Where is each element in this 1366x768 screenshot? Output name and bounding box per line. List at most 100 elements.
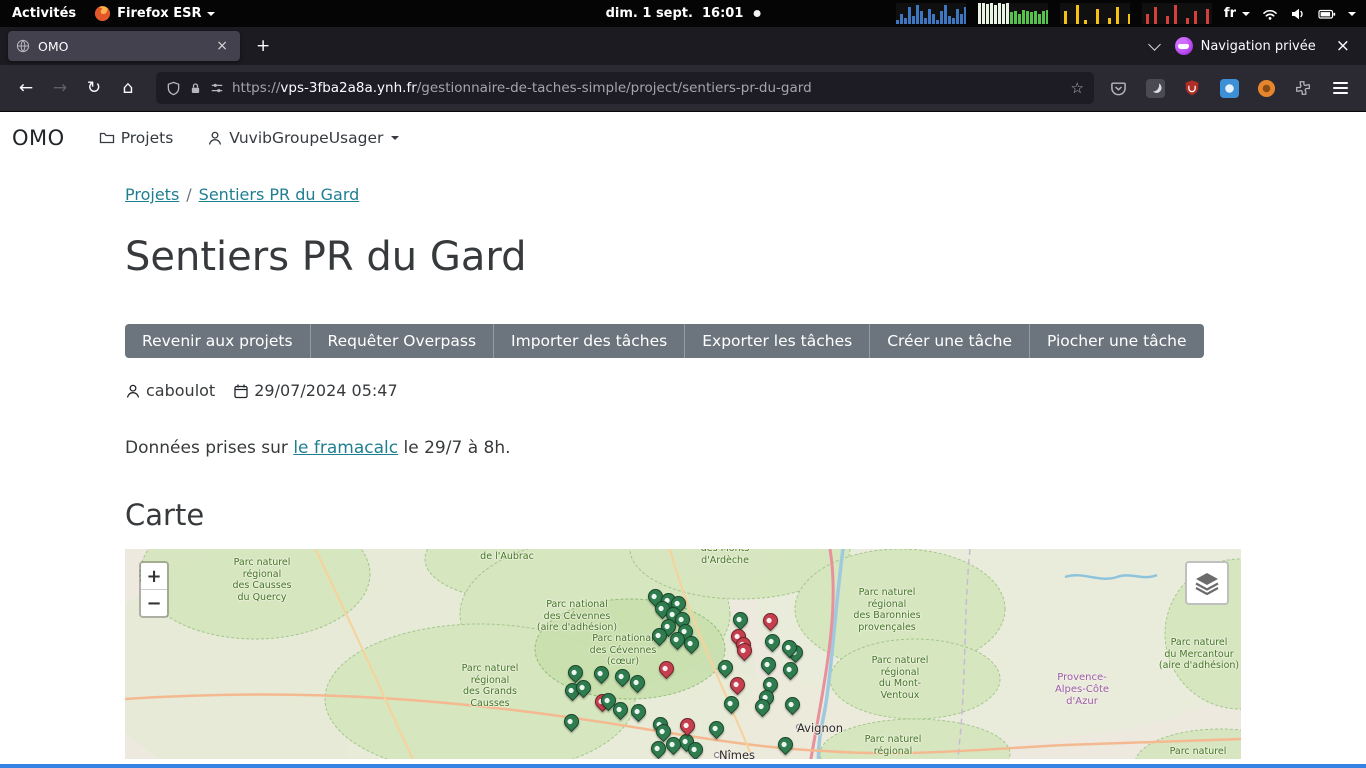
export-tasks-button[interactable]: Exporter les tâches — [684, 324, 869, 358]
map-marker-green[interactable] — [730, 609, 751, 630]
pocket-icon[interactable] — [1104, 74, 1132, 102]
zoom-in-button[interactable]: + — [141, 563, 167, 590]
layers-icon — [1194, 570, 1220, 596]
activities-button[interactable]: Activités — [12, 6, 76, 21]
ublock-origin-icon[interactable] — [1178, 74, 1206, 102]
list-tabs-chevron-icon[interactable] — [1148, 38, 1161, 51]
url-bar[interactable]: https://vps-3fba2a8a.ynh.fr/gestionnaire… — [156, 72, 1094, 104]
url-protocol: https:// — [232, 80, 280, 96]
system-menu-caret-icon[interactable] — [1348, 12, 1356, 20]
map-marker-green[interactable] — [715, 657, 736, 678]
pick-task-button[interactable]: Piocher une tâche — [1029, 324, 1204, 358]
site-header: OMO Projets VuvibGroupeUsager — [0, 112, 1366, 165]
back-to-projects-button[interactable]: Revenir aux projets — [125, 324, 310, 358]
system-monitor-graph — [1142, 3, 1212, 24]
permissions-icon[interactable] — [210, 81, 224, 95]
map-marker-green[interactable] — [721, 693, 742, 714]
map-marker-red[interactable] — [727, 674, 748, 695]
app-menu[interactable]: Firefox ESR — [94, 5, 215, 22]
map-marker-green[interactable] — [780, 659, 801, 680]
map-marker-green[interactable] — [782, 694, 803, 715]
map-label-park: Parc naturelrégionaldes Baronniesprovenç… — [853, 587, 920, 633]
tracking-protection-shield-icon[interactable] — [166, 81, 181, 96]
map-section-heading: Carte — [125, 498, 1241, 532]
map-marker-green[interactable] — [758, 654, 779, 675]
map-label-park: Parc naturelrégionaldes Caussesdu Quercy — [232, 557, 291, 603]
browser-nav-bar: ← → ↻ ⌂ https://vps-3fba2a8a.ynh.fr/gest… — [0, 65, 1366, 112]
user-menu[interactable]: VuvibGroupeUsager — [207, 129, 399, 147]
map-label-city: Avignon — [797, 721, 843, 735]
user-menu-label: VuvibGroupeUsager — [229, 129, 383, 147]
author-icon — [125, 383, 141, 399]
tab-close-button[interactable]: × — [212, 37, 232, 55]
create-task-button[interactable]: Créer une tâche — [869, 324, 1029, 358]
url-text[interactable]: https://vps-3fba2a8a.ynh.fr/gestionnaire… — [232, 80, 1063, 96]
map-marker-green[interactable] — [775, 734, 796, 755]
map-label-park: Parc naturelrégional — [865, 734, 922, 757]
map-label-park: Parc naturelrégionaldu Mont-Ventoux — [872, 655, 929, 701]
extension-icon-darkreader[interactable] — [1141, 74, 1169, 102]
page-container: Projets/Sentiers PR du Gard Sentiers PR … — [125, 185, 1241, 759]
clock[interactable]: dim. 1 sept. 16:01 — [606, 6, 744, 21]
firefox-logo-icon — [94, 5, 111, 22]
zoom-out-button[interactable]: − — [141, 590, 167, 616]
app-menu-label: Firefox ESR — [117, 6, 201, 21]
site-brand[interactable]: OMO — [12, 126, 65, 150]
map-label-park: Parc naturelrégionaldes GrandsCausses — [462, 663, 519, 709]
clock-indicator-dot — [753, 10, 760, 17]
breadcrumb-projects-link[interactable]: Projets — [125, 185, 179, 204]
app-menu-caret-icon — [207, 12, 215, 20]
project-meta: caboulot 29/07/2024 05:47 — [125, 381, 1241, 400]
author-name: caboulot — [146, 381, 215, 400]
map-marker-red[interactable] — [677, 715, 698, 736]
nav-projects-link[interactable]: Projets — [99, 129, 174, 147]
new-tab-button[interactable]: + — [246, 34, 280, 58]
home-button[interactable]: ⌂ — [112, 73, 144, 103]
map-label-region: Provence-Alpes-Côted'Azur — [1055, 672, 1109, 709]
leaflet-map[interactable]: Parc naturelrégionaldes Caussesdu Quercy… — [125, 549, 1241, 759]
keyboard-layout-indicator[interactable]: fr — [1224, 6, 1250, 21]
globe-icon — [16, 39, 30, 53]
window-close-button[interactable]: × — [1332, 36, 1354, 56]
map-label-city: Nîmes — [719, 748, 755, 759]
map-marker-green[interactable] — [561, 711, 582, 732]
map-markers-layer — [125, 549, 1241, 759]
map-marker-green[interactable] — [628, 701, 649, 722]
lock-icon[interactable] — [189, 81, 202, 96]
import-tasks-button[interactable]: Importer des tâches — [493, 324, 684, 358]
extension-icon-orange[interactable] — [1252, 74, 1280, 102]
breadcrumb-current-link[interactable]: Sentiers PR du Gard — [199, 185, 360, 204]
volume-icon[interactable] — [1290, 7, 1306, 21]
menu-button[interactable] — [1326, 74, 1354, 102]
wifi-icon[interactable] — [1262, 7, 1278, 21]
back-button[interactable]: ← — [10, 73, 42, 103]
map-label-park: Parc nationaldes Cévennes(aire d'adhésio… — [537, 599, 617, 634]
breadcrumb: Projets/Sentiers PR du Gard — [125, 185, 1241, 204]
map-layers-control[interactable] — [1185, 561, 1229, 605]
calendar-icon — [233, 383, 249, 399]
map-marker-red[interactable] — [656, 658, 677, 679]
battery-icon[interactable] — [1318, 7, 1336, 21]
gnome-top-bar: Activités Firefox ESR dim. 1 sept. 16:01… — [0, 0, 1366, 27]
map-label-park: de l'Aubrac — [480, 551, 534, 563]
map-marker-green[interactable] — [706, 718, 727, 739]
framacalc-link[interactable]: le framacalc — [293, 438, 398, 458]
system-monitor-graph — [978, 3, 1048, 24]
tab-title: OMO — [38, 39, 204, 54]
extension-icon-blue[interactable] — [1215, 74, 1243, 102]
map-label-park: des Montsd'Ardèche — [701, 549, 750, 566]
bookmark-star-icon[interactable]: ☆ — [1071, 79, 1084, 97]
browser-tab-bar: OMO × + Navigation privée × — [0, 27, 1366, 65]
reload-button[interactable]: ↻ — [78, 73, 110, 103]
overpass-query-button[interactable]: Requêter Overpass — [310, 324, 494, 358]
folder-icon — [99, 130, 115, 146]
browser-tab-omo[interactable]: OMO × — [8, 31, 240, 61]
description-prefix: Données prises sur — [125, 438, 288, 458]
extensions-puzzle-icon[interactable] — [1289, 74, 1317, 102]
map-label-park: Parc naturel — [1170, 746, 1227, 758]
private-mask-icon — [1175, 37, 1193, 55]
forward-button[interactable]: → — [44, 73, 76, 103]
map-zoom-control: + − — [139, 561, 169, 618]
map-marker-green[interactable] — [762, 631, 783, 652]
map-marker-red[interactable] — [760, 610, 781, 631]
